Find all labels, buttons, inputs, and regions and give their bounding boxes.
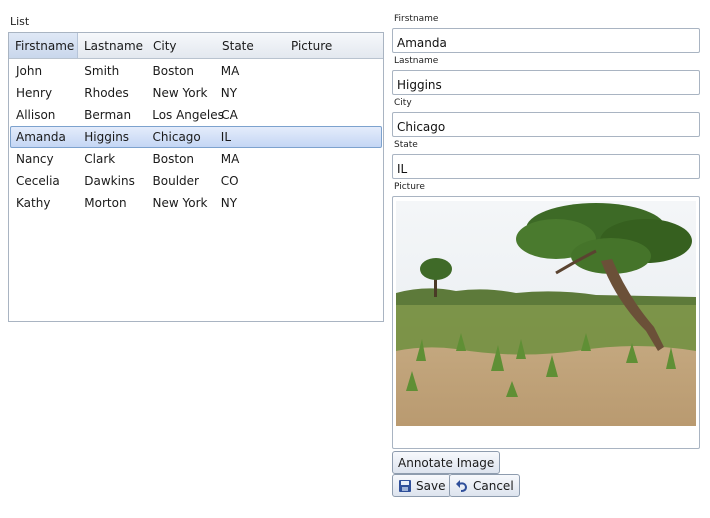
cell-city: Los Angeles	[152, 108, 224, 122]
cell-city: New York	[152, 196, 208, 210]
people-grid[interactable]: Firstname Lastname City State Picture Jo…	[8, 32, 384, 322]
grid-header: Firstname Lastname City State Picture	[9, 33, 383, 59]
cell-state: NY	[220, 86, 238, 100]
lastname-field[interactable]	[392, 70, 700, 95]
cell-firstname: Allison	[16, 108, 56, 122]
cell-city: Boulder	[152, 174, 199, 188]
cell-lastname: Rhodes	[84, 86, 129, 100]
cell-state: NY	[220, 196, 238, 210]
cell-firstname: Cecelia	[16, 174, 60, 188]
save-label: Save	[416, 478, 446, 493]
cell-state: IL	[220, 130, 232, 144]
cell-city: Boston	[152, 64, 195, 78]
cell-city: Boston	[152, 152, 195, 166]
cell-state: CA	[221, 108, 238, 122]
cell-state: MA	[220, 64, 240, 78]
cell-lastname: Berman	[84, 108, 132, 122]
column-header-firstname[interactable]: Firstname	[9, 33, 78, 58]
annotate-image-label: Annotate Image	[398, 455, 495, 470]
picture-label: Picture	[394, 182, 425, 192]
table-row[interactable]: Henry Rhodes New York NY	[10, 82, 382, 104]
cell-state: CO	[220, 174, 239, 188]
table-row[interactable]: John Smith Boston MA	[10, 60, 382, 82]
lastname-label: Lastname	[394, 56, 439, 66]
state-field[interactable]	[392, 154, 700, 179]
column-header-picture[interactable]: Picture	[285, 33, 383, 58]
undo-arrow-icon	[455, 479, 469, 493]
tree-landscape-photo	[396, 201, 696, 426]
grid-rows: John Smith Boston MA Henry Rhodes New York NY Al…	[9, 59, 383, 214]
cell-lastname: Smith	[84, 64, 120, 78]
cell-city: Chicago	[152, 130, 201, 144]
state-label: State	[394, 140, 418, 150]
table-row[interactable]: Allison Berman Los Angeles CA	[10, 104, 382, 126]
table-row[interactable]: Amanda Higgins Chicago IL	[10, 126, 382, 148]
cancel-button[interactable]: Cancel	[449, 474, 520, 497]
cell-firstname: Henry	[16, 86, 53, 100]
floppy-disk-icon	[398, 479, 412, 493]
city-label: City	[394, 98, 412, 108]
list-caption: List	[10, 15, 30, 28]
city-field[interactable]	[392, 112, 700, 137]
column-header-state[interactable]: State	[216, 33, 285, 58]
cell-firstname: Kathy	[16, 196, 51, 210]
table-row[interactable]: Nancy Clark Boston MA	[10, 148, 382, 170]
column-header-lastname[interactable]: Lastname	[78, 33, 147, 58]
cell-lastname: Dawkins	[84, 174, 135, 188]
cancel-label: Cancel	[473, 478, 514, 493]
cell-city: New York	[152, 86, 208, 100]
picture-frame	[392, 196, 700, 449]
table-row[interactable]: Cecelia Dawkins Boulder CO	[10, 170, 382, 192]
save-button[interactable]: Save	[392, 474, 452, 497]
cell-lastname: Clark	[84, 152, 116, 166]
cell-state: MA	[220, 152, 240, 166]
table-row[interactable]: Kathy Morton New York NY	[10, 192, 382, 214]
cell-lastname: Higgins	[84, 130, 130, 144]
firstname-field[interactable]	[392, 28, 700, 53]
annotate-image-button[interactable]: Annotate Image	[392, 451, 501, 474]
column-header-city[interactable]: City	[147, 33, 216, 58]
firstname-label: Firstname	[394, 14, 439, 24]
cell-firstname: John	[16, 64, 43, 78]
cell-lastname: Morton	[84, 196, 127, 210]
cell-firstname: Nancy	[16, 152, 54, 166]
cell-firstname: Amanda	[16, 130, 66, 144]
